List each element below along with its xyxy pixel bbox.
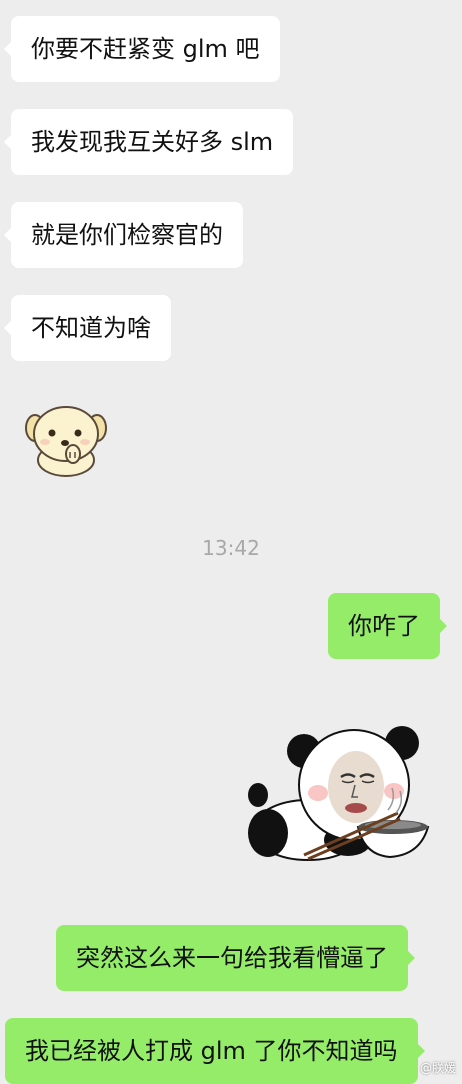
message-bubble-outgoing[interactable]: 突然这么来一句给我看懵逼了 (56, 925, 415, 991)
timestamp: 13:42 (202, 536, 260, 560)
weibo-watermark: @朕媛 (419, 1061, 456, 1075)
puppy-icon (25, 406, 107, 477)
panda-sticker[interactable] (238, 715, 438, 865)
message-text: 就是你们检察官的 (31, 221, 223, 249)
message-text: 突然这么来一句给我看懵逼了 (76, 944, 388, 972)
message-bubble-incoming[interactable]: 就是你们检察官的 (4, 202, 243, 268)
chat-window: 你要不赶紧变 glm 吧 我发现我互关好多 slm 就是你们检察官的 不知道为啥… (0, 0, 462, 1084)
message-text: 你咋了 (348, 612, 420, 640)
message-bubble-incoming[interactable]: 你要不赶紧变 glm 吧 (4, 16, 280, 82)
message-text: 我已经被人打成 glm 了你不知道吗 (25, 1037, 398, 1065)
message-text: 我发现我互关好多 slm (31, 128, 274, 156)
puppy-sticker[interactable] (22, 402, 110, 478)
message-bubble-incoming[interactable]: 我发现我互关好多 slm (3, 109, 294, 175)
message-bubble-outgoing[interactable]: 你咋了 (328, 593, 447, 659)
message-bubble-outgoing[interactable]: 我已经被人打成 glm 了你不知道吗 (5, 1018, 425, 1084)
message-bubble-incoming[interactable]: 不知道为啥 (4, 295, 171, 361)
message-text: 你要不赶紧变 glm 吧 (31, 35, 260, 63)
message-text: 不知道为啥 (31, 314, 151, 342)
panda-meme-icon (248, 726, 430, 861)
